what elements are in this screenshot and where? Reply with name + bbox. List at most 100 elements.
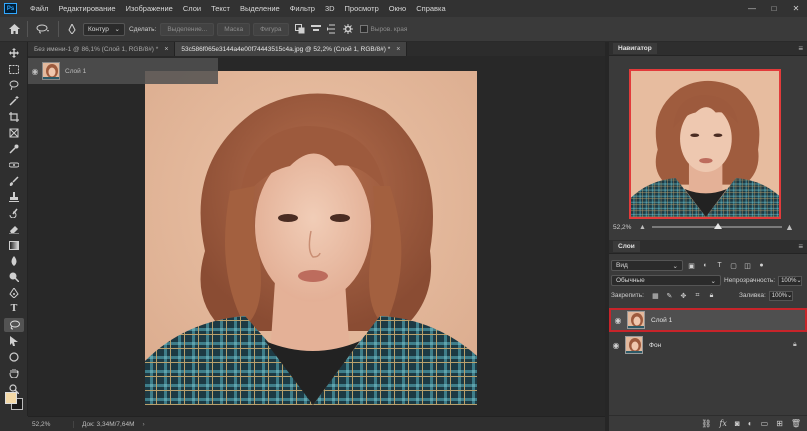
maximize-button[interactable]: □ [763, 0, 785, 17]
lasso-path-tool-icon[interactable] [4, 318, 24, 332]
lock-artboard-icon[interactable]: ⌗ [692, 290, 703, 301]
healing-brush-tool-icon[interactable] [4, 158, 24, 172]
move-tool-icon[interactable] [4, 46, 24, 60]
lock-image-icon[interactable]: ✎ [664, 290, 675, 301]
frame-tool-icon[interactable] [4, 126, 24, 140]
pen-tool-icon[interactable] [4, 286, 24, 300]
document-canvas[interactable]: ◉ Слой 1 [28, 56, 605, 416]
close-icon[interactable]: × [164, 46, 168, 53]
opacity-input[interactable]: 100% ⌄ [778, 275, 803, 286]
zoom-slider[interactable] [652, 223, 782, 229]
layer-filter-select[interactable]: Вид ⌄ [611, 260, 683, 271]
type-tool-icon[interactable]: T [4, 302, 24, 316]
lasso-tool-icon[interactable] [4, 78, 24, 92]
lock-position-icon[interactable]: ✥ [678, 290, 689, 301]
mode-select[interactable]: Контур ⌄ [83, 22, 125, 36]
fill-input[interactable]: 100% ⌄ [768, 290, 793, 301]
dodge-tool-icon[interactable] [4, 270, 24, 284]
layer-row-sloi-1[interactable]: ◉ Слой 1 [609, 308, 807, 332]
eye-icon[interactable]: ◉ [611, 316, 625, 325]
menu-filter[interactable]: Фильтр [285, 4, 320, 13]
chevron-right-icon[interactable]: › [142, 421, 144, 428]
navigator-tab[interactable]: Навигатор [613, 43, 657, 54]
foreground-color-swatch[interactable] [5, 392, 17, 404]
blur-tool-icon[interactable] [4, 254, 24, 268]
portrait-photo[interactable] [145, 71, 477, 405]
layers-tab[interactable]: Слои [613, 241, 640, 252]
path-arrangement-icon[interactable] [324, 21, 340, 37]
zoom-slider-handle[interactable] [714, 223, 722, 229]
menu-view[interactable]: Просмотр [340, 4, 384, 13]
menu-window[interactable]: Окно [384, 4, 411, 13]
clone-stamp-tool-icon[interactable] [4, 190, 24, 204]
lock-transparency-icon[interactable]: ▦ [650, 290, 661, 301]
mask-button[interactable]: Маска [217, 22, 251, 36]
blend-mode-select[interactable]: Обычные ⌄ [611, 275, 721, 286]
panel-menu-icon[interactable]: ≡ [798, 44, 803, 53]
make-label: Сделать: [129, 25, 157, 33]
hand-tool-icon[interactable] [4, 366, 24, 380]
filter-adjustment-icon[interactable]: ◐ [700, 260, 711, 271]
pen-mode-icon[interactable] [64, 21, 80, 37]
menu-file[interactable]: Файл [25, 4, 53, 13]
zoom-out-icon[interactable]: ▲ [639, 224, 649, 231]
filter-pixel-icon[interactable]: ▣ [686, 260, 697, 271]
shape-button[interactable]: Фигура [253, 22, 289, 36]
magic-wand-tool-icon[interactable] [4, 94, 24, 108]
zoom-in-icon[interactable]: ▲ [785, 222, 797, 232]
menu-3d[interactable]: 3D [320, 4, 340, 13]
menu-image[interactable]: Изображение [121, 4, 178, 13]
lock-icon[interactable]: 🔒︎ [793, 341, 807, 349]
menu-type[interactable]: Текст [206, 4, 235, 13]
marquee-tool-icon[interactable] [4, 62, 24, 76]
lasso-tool-preset-icon[interactable] [33, 21, 53, 37]
eye-icon[interactable]: ◉ [609, 341, 623, 350]
crop-tool-icon[interactable] [4, 110, 24, 124]
adjustment-layer-icon[interactable]: ◐ [748, 419, 753, 428]
eyedropper-tool-icon[interactable] [4, 142, 24, 156]
panel-menu-icon[interactable]: ≡ [798, 242, 803, 251]
add-mask-icon[interactable]: ◙ [735, 419, 740, 428]
navigator-zoom-value[interactable]: 52,2% [609, 224, 639, 231]
close-button[interactable]: ✕ [785, 0, 807, 17]
path-operations-icon[interactable] [292, 21, 308, 37]
align-edges-checkbox[interactable] [359, 25, 368, 33]
menu-layers[interactable]: Слои [178, 4, 206, 13]
filter-toggle-icon[interactable]: ● [756, 260, 767, 271]
gear-icon[interactable] [340, 21, 356, 37]
eraser-tool-icon[interactable] [4, 222, 24, 236]
minimize-button[interactable]: — [741, 0, 763, 17]
lock-all-icon[interactable]: 🔒︎ [706, 290, 717, 301]
link-layers-icon[interactable]: ⛓ [701, 419, 711, 428]
filter-shape-icon[interactable]: ▢ [728, 260, 739, 271]
menu-help[interactable]: Справка [411, 4, 450, 13]
mode-select-value: Контур [88, 25, 109, 33]
trash-icon[interactable]: 🗑︎ [791, 419, 801, 428]
tab-untitled-1[interactable]: Без имени-1 @ 86,1% (Слой 1, RGB/8#) * × [28, 42, 176, 56]
menu-select[interactable]: Выделение [235, 4, 285, 13]
path-alignment-icon[interactable] [308, 21, 324, 37]
align-edges-label: Выров. края [370, 25, 408, 33]
filter-smart-object-icon[interactable]: ◫ [742, 260, 753, 271]
new-layer-icon[interactable]: ⊞ [776, 419, 783, 428]
navigator-preview[interactable] [629, 69, 781, 219]
brush-tool-icon[interactable] [4, 174, 24, 188]
layer-row-fon[interactable]: ◉ Фон 🔒︎ [609, 333, 807, 357]
fx-icon[interactable]: fx [719, 419, 726, 428]
path-selection-tool-icon[interactable] [4, 334, 24, 348]
close-icon[interactable]: × [396, 46, 400, 53]
status-zoom-value[interactable]: 52,2% [28, 420, 74, 428]
navigator-panel [609, 56, 807, 219]
new-group-icon[interactable]: ▭ [761, 419, 769, 428]
history-brush-tool-icon[interactable] [4, 206, 24, 220]
tab-photo-jpg[interactable]: 53c586f065e3144a4e00f74443515c4a.jpg @ 5… [175, 42, 408, 56]
home-icon[interactable] [6, 21, 22, 37]
gradient-tool-icon[interactable] [4, 238, 24, 252]
shape-tool-icon[interactable] [4, 350, 24, 364]
chevron-down-icon: ⌄ [114, 26, 120, 33]
menu-edit[interactable]: Редактирование [53, 4, 120, 13]
selection-button[interactable]: Выделение... [160, 22, 215, 36]
options-bar: Контур ⌄ Сделать: Выделение... Маска Фиг… [0, 17, 807, 42]
lock-row: Закрепить: ▦ ✎ ✥ ⌗ 🔒︎ Заливка: 100% ⌄ [609, 288, 807, 303]
filter-type-icon[interactable]: T [714, 260, 725, 271]
